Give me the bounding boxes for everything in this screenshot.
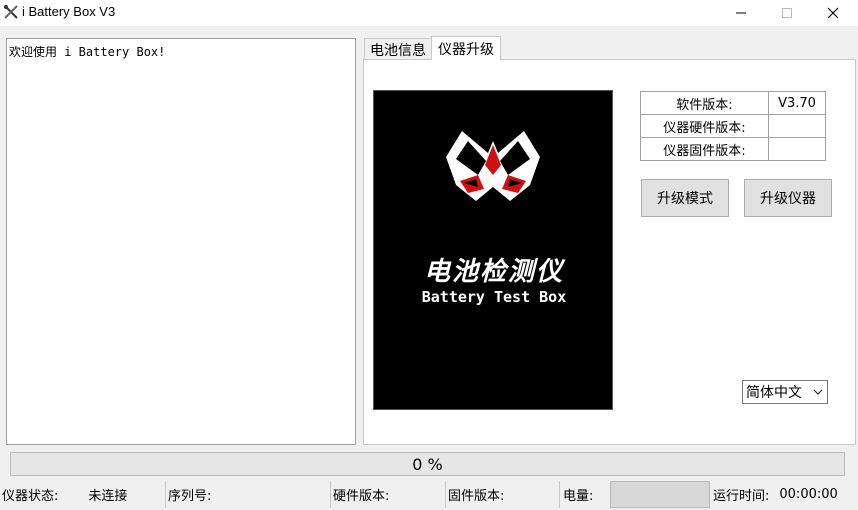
table-row: 仪器硬件版本: — [640, 114, 826, 138]
window-title: i Battery Box V3 — [22, 4, 116, 19]
progress-bar: 0 % — [10, 452, 845, 476]
version-info-table: 软件版本: V3.70 仪器硬件版本: 仪器固件版本: — [640, 91, 826, 161]
serial-label: 序列号: — [168, 489, 212, 504]
status-device-state: 仪器状态: 未连接 — [2, 481, 166, 508]
tiger-logo-icon — [446, 131, 540, 201]
chevron-down-icon — [813, 389, 823, 395]
status-serial: 序列号: — [168, 481, 331, 508]
status-bar: 仪器状态: 未连接 序列号: 硬件版本: 固件版本: 电量: 运行时间: 00:… — [0, 480, 858, 510]
minimize-button[interactable] — [718, 0, 764, 26]
status-runtime: 运行时间: 00:00:00 — [713, 481, 853, 508]
software-version-label: 软件版本: — [640, 91, 769, 115]
software-version-value: V3.70 — [768, 91, 826, 115]
upgrade-device-button[interactable]: 升级仪器 — [744, 179, 832, 217]
fw-version-label: 固件版本: — [448, 489, 505, 504]
progress-text: 0 % — [412, 455, 443, 474]
table-row: 软件版本: V3.70 — [640, 91, 826, 115]
splash-title-cn: 电池检测仪 — [423, 257, 564, 287]
device-state-label: 仪器状态: — [2, 489, 59, 504]
app-tools-icon[interactable] — [3, 4, 19, 20]
title-bar: i Battery Box V3 — [0, 0, 858, 26]
splash-title-en: Battery Test Box — [421, 288, 567, 306]
tab-device-upgrade[interactable]: 仪器升级 — [431, 36, 501, 60]
firmware-version-label: 仪器固件版本: — [640, 137, 769, 161]
battery-level-box — [610, 481, 710, 508]
runtime-value: 00:00:00 — [779, 487, 838, 502]
hw-version-label: 硬件版本: — [333, 489, 390, 504]
close-icon — [827, 7, 839, 19]
table-row: 仪器固件版本: — [640, 137, 826, 161]
hardware-version-value — [768, 114, 826, 138]
language-selected-value: 简体中文 — [746, 385, 802, 401]
battery-label: 电量: — [563, 489, 594, 504]
maximize-icon — [782, 8, 792, 18]
language-select[interactable]: 简体中文 — [742, 380, 828, 404]
upgrade-mode-button[interactable]: 升级模式 — [641, 179, 729, 217]
status-battery: 电量: — [563, 481, 608, 508]
log-message: 欢迎使用 i Battery Box! — [9, 45, 166, 59]
device-state-value: 未连接 — [88, 489, 128, 504]
status-fw-version: 固件版本: — [448, 481, 560, 508]
close-button[interactable] — [810, 0, 856, 26]
hardware-version-label: 仪器硬件版本: — [640, 114, 769, 138]
runtime-label: 运行时间: — [713, 489, 770, 504]
firmware-version-value — [768, 137, 826, 161]
log-textarea[interactable]: 欢迎使用 i Battery Box! — [6, 38, 356, 445]
splash-image: 电池检测仪 Battery Test Box — [373, 90, 613, 410]
minimize-icon — [736, 12, 746, 14]
status-hw-version: 硬件版本: — [333, 481, 446, 508]
maximize-button[interactable] — [764, 0, 810, 26]
tab-battery-info[interactable]: 电池信息 — [364, 38, 432, 60]
